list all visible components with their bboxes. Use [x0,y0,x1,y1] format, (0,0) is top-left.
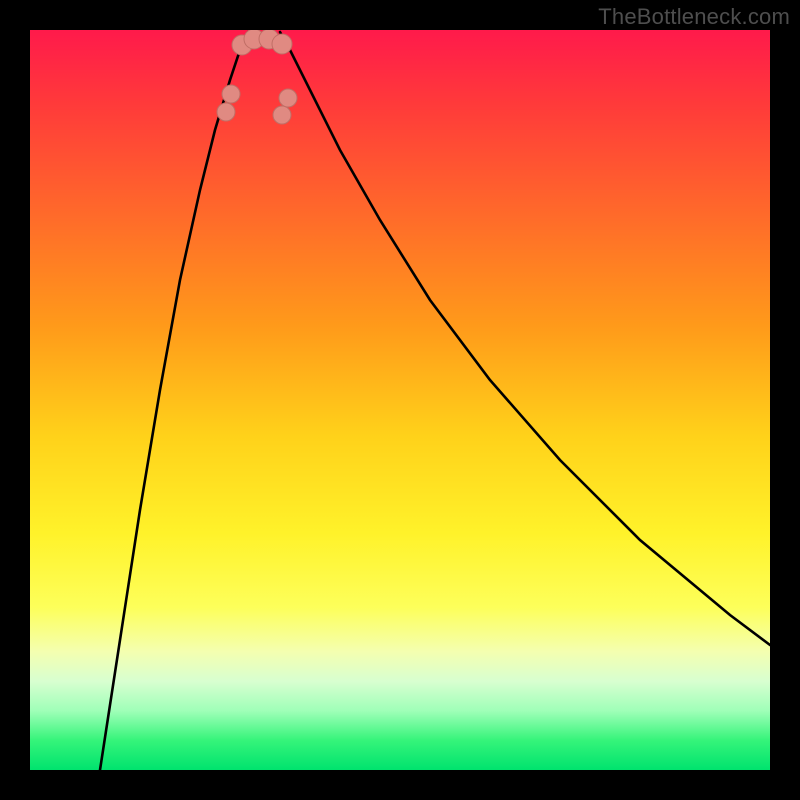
data-dot [272,34,292,54]
chart-stage: TheBottleneck.com [0,0,800,800]
data-dot [217,103,235,121]
gradient-plot-area [30,30,770,770]
data-dot [273,106,291,124]
left-branch-curve [100,32,248,770]
watermark-text: TheBottleneck.com [598,4,790,30]
data-dot [279,89,297,107]
right-branch-curve [280,32,770,645]
data-dots [217,30,297,124]
curve-overlay [30,30,770,770]
data-dot [222,85,240,103]
